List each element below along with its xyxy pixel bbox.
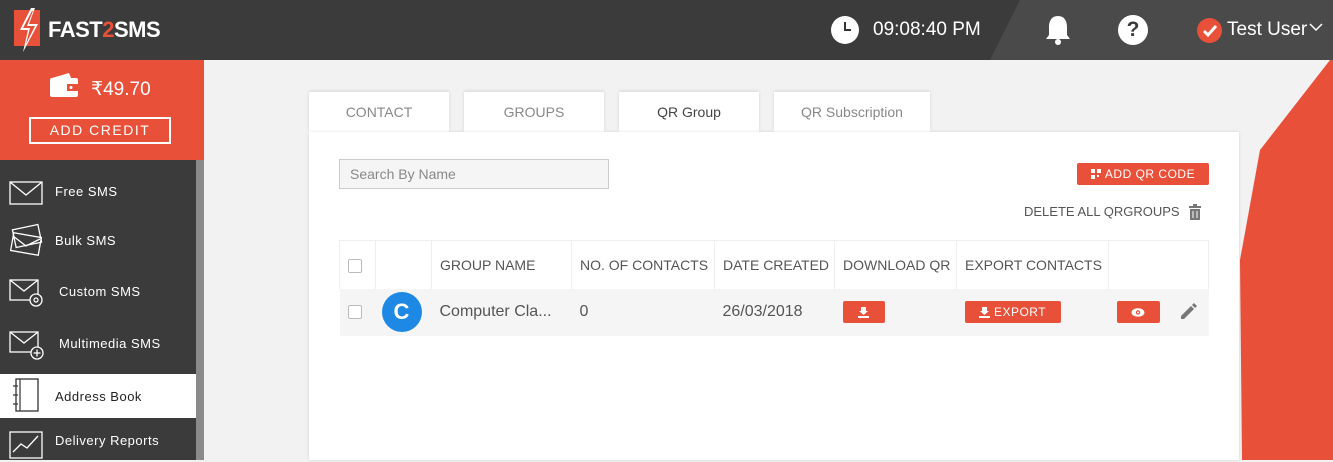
qr-groups-table: GROUP NAME NO. OF CONTACTS DATE CREATED … [339,240,1209,336]
download-qr-button[interactable] [842,301,885,323]
sidebar-item-label: Bulk SMS [55,232,117,248]
sidebar-item-address-book[interactable]: Address Book [0,374,196,418]
add-qr-code-label: ADD QR CODE [1104,167,1196,181]
logo[interactable]: FAST2SMS [14,6,161,54]
group-name-cell: Computer Cla... [431,288,572,336]
wallet-balance: ₹49.70 [91,79,151,100]
sidebar: ₹49.70 ADD CREDIT Free SMS Bulk SMS Cust… [0,60,204,460]
table-header-row: GROUP NAME NO. OF CONTACTS DATE CREATED … [339,240,1209,289]
sidebar-item-label: Free SMS [55,183,118,199]
lightning-logo-icon [14,8,40,52]
actions-header [1108,240,1209,289]
envelope-plus-icon [9,331,44,360]
eye-icon [1131,307,1145,317]
avatar: C [381,292,422,332]
sidebar-item-bulk-sms[interactable]: Bulk SMS [0,215,196,265]
qr-code-icon [1090,169,1101,179]
wallet-icon [50,73,78,97]
search-input[interactable] [339,159,609,189]
tab-qr-group[interactable]: QR Group [619,92,759,132]
header-export-contacts: EXPORT CONTACTS [956,240,1109,289]
avatar-cell: C [375,288,432,336]
sidebar-item-label: Multimedia SMS [59,335,161,351]
add-credit-button[interactable]: ADD CREDIT [29,117,171,144]
sidebar-scrollbar[interactable] [196,160,204,460]
clock-time: 09:08:40 PM [873,19,981,40]
view-button[interactable] [1116,301,1160,323]
sidebar-item-custom-sms[interactable]: Custom SMS [0,266,196,316]
select-all-checkbox[interactable] [348,258,362,273]
sidebar-item-delivery-reports[interactable]: Delivery Reports [0,418,196,462]
contacts-cell: 0 [571,288,715,336]
sidebar-item-label: Custom SMS [59,283,141,299]
clock-icon [831,16,859,44]
bell-icon[interactable] [1044,14,1072,46]
chevron-down-icon[interactable] [1309,20,1323,37]
sidebar-item-label: Address Book [55,388,142,404]
sidebar-item-multimedia-sms[interactable]: Multimedia SMS [0,318,196,368]
envelopes-icon [9,223,43,257]
sidebar-item-label: Delivery Reports [55,432,160,448]
row-select-cell [339,288,376,336]
user-check-icon[interactable] [1197,18,1222,43]
sidebar-item-free-sms[interactable]: Free SMS [0,166,196,216]
trash-icon[interactable] [1188,204,1202,220]
download-qr-cell [834,288,957,336]
help-icon[interactable]: ? [1118,15,1148,45]
export-label: EXPORT [993,305,1047,319]
actions-cell [1108,288,1209,336]
header-group-name[interactable]: GROUP NAME [431,240,572,289]
header-contacts[interactable]: NO. OF CONTACTS [571,240,715,289]
tab-contact[interactable]: CONTACT [309,92,449,132]
export-contacts-button[interactable]: EXPORT [964,301,1061,323]
logo-text: FAST2SMS [48,17,161,42]
envelope-icon [9,181,43,205]
chart-icon [9,431,43,459]
envelope-gear-icon [9,279,43,307]
user-menu-name[interactable]: Test User [1227,19,1307,41]
add-qr-code-button[interactable]: ADD QR CODE [1077,163,1209,185]
download-icon [858,306,869,318]
table-row: C Computer Cla... 0 26/03/2018 EXPORT [339,288,1209,336]
date-created-cell: 26/03/2018 [714,288,835,336]
download-icon [978,306,990,318]
header-download-qr: DOWNLOAD QR [834,240,957,289]
address-book-icon [13,378,39,412]
top-bar: FAST2SMS 09:08:40 PM ? Test User [0,0,1333,60]
row-checkbox[interactable] [347,304,362,319]
tab-groups[interactable]: GROUPS [464,92,604,132]
wallet-panel: ₹49.70 ADD CREDIT [0,60,204,160]
tab-qr-subscription[interactable]: QR Subscription [774,92,930,132]
export-contacts-cell: EXPORT [956,288,1109,336]
select-all-header [339,240,376,289]
header-date-created[interactable]: DATE CREATED [714,240,835,289]
avatar-header [375,240,432,289]
delete-all-qrgroups-link[interactable]: DELETE ALL QRGROUPS [1024,204,1180,219]
pencil-icon[interactable] [1178,302,1198,322]
